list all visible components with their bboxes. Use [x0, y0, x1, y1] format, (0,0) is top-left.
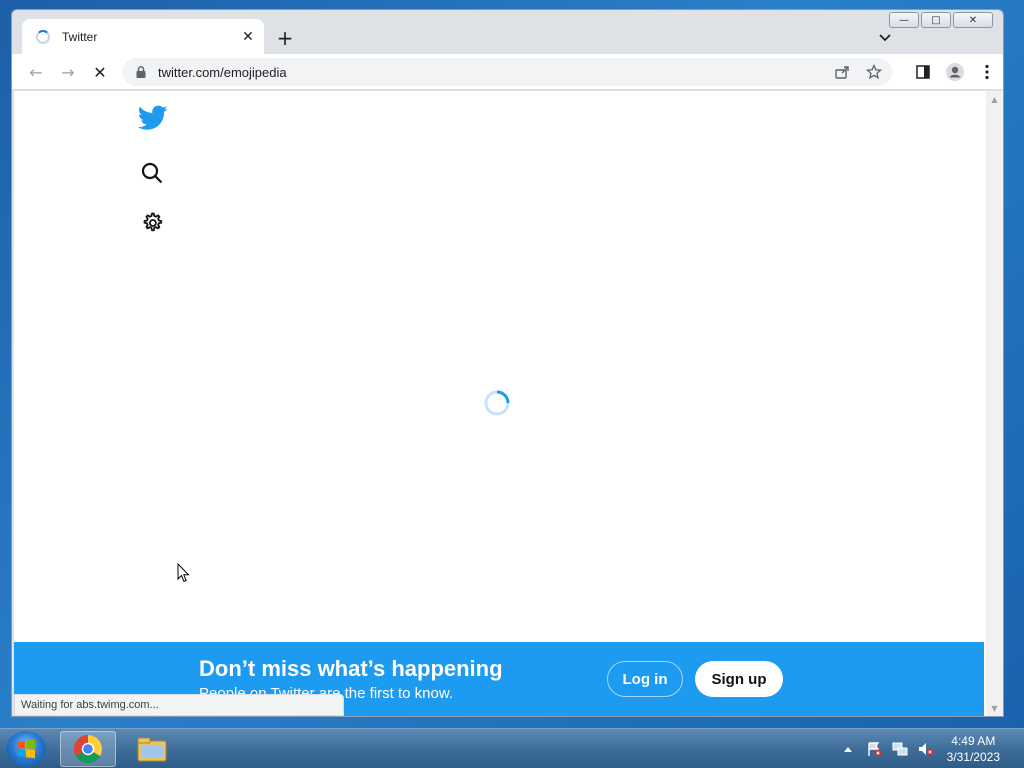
- browser-toolbar: ← → ✕ twitter.com/emojipedia: [12, 54, 1003, 90]
- url-text: twitter.com/emojipedia: [158, 64, 287, 80]
- back-button[interactable]: ←: [24, 60, 48, 84]
- taskbar: 4:49 AM 3/31/2023: [0, 728, 1024, 768]
- scroll-up-arrow-icon[interactable]: ▲: [986, 91, 1003, 107]
- side-panel-icon[interactable]: [913, 62, 933, 82]
- tab-close-icon[interactable]: ✕: [240, 29, 256, 45]
- taskbar-clock[interactable]: 4:49 AM 3/31/2023: [947, 733, 1000, 765]
- browser-window: — □ ✕ Twitter ✕ + ← → ✕ twitter.com/emoj…: [11, 9, 1004, 717]
- loading-spinner-icon: [484, 390, 510, 416]
- system-tray: 4:49 AM 3/31/2023: [839, 729, 1024, 768]
- folder-icon: [137, 737, 167, 762]
- twitter-bird-logo-icon[interactable]: [138, 105, 168, 131]
- tab-title: Twitter: [62, 29, 98, 44]
- bookmark-star-icon[interactable]: [864, 62, 884, 82]
- network-icon[interactable]: [891, 740, 909, 758]
- tab-loading-icon: [36, 29, 50, 44]
- address-bar[interactable]: twitter.com/emojipedia: [122, 58, 892, 86]
- clock-date: 3/31/2023: [946, 750, 1000, 764]
- search-icon[interactable]: [140, 161, 164, 185]
- action-center-flag-icon[interactable]: [865, 740, 883, 758]
- stop-loading-button[interactable]: ✕: [88, 60, 112, 84]
- tray-expand-arrow-icon[interactable]: [839, 740, 857, 758]
- scroll-down-arrow-icon[interactable]: ▼: [986, 700, 1003, 716]
- signup-button[interactable]: Sign up: [695, 661, 783, 697]
- windows-logo-icon: [17, 739, 35, 759]
- login-button[interactable]: Log in: [607, 661, 683, 697]
- volume-muted-icon[interactable]: [917, 740, 935, 758]
- taskbar-explorer-app[interactable]: [124, 731, 180, 767]
- taskbar-chrome-app[interactable]: [60, 731, 116, 767]
- settings-gear-icon[interactable]: [140, 211, 164, 235]
- banner-title: Don’t miss what’s happening: [199, 656, 503, 681]
- share-icon[interactable]: [832, 62, 852, 82]
- forward-button[interactable]: →: [56, 60, 80, 84]
- profile-avatar-icon[interactable]: [945, 62, 965, 82]
- toolbar-right: [913, 62, 997, 82]
- mouse-cursor-icon: [177, 563, 190, 583]
- status-bar: Waiting for abs.twimg.com...: [14, 694, 344, 716]
- clock-time: 4:49 AM: [951, 734, 996, 748]
- omnibox-actions: [832, 62, 884, 82]
- tab-strip: Twitter ✕ +: [12, 10, 1003, 54]
- chrome-icon: [74, 735, 102, 763]
- page-viewport: Don’t miss what’s happening People on Tw…: [14, 91, 986, 716]
- lock-icon: [136, 66, 146, 78]
- tab-twitter[interactable]: Twitter ✕: [22, 19, 264, 54]
- menu-kebab-icon[interactable]: [977, 62, 997, 82]
- new-tab-button[interactable]: +: [274, 26, 296, 50]
- start-button[interactable]: [6, 731, 46, 767]
- tab-search-icon[interactable]: [875, 28, 895, 48]
- page-scrollbar[interactable]: ▲ ▼: [986, 91, 1003, 716]
